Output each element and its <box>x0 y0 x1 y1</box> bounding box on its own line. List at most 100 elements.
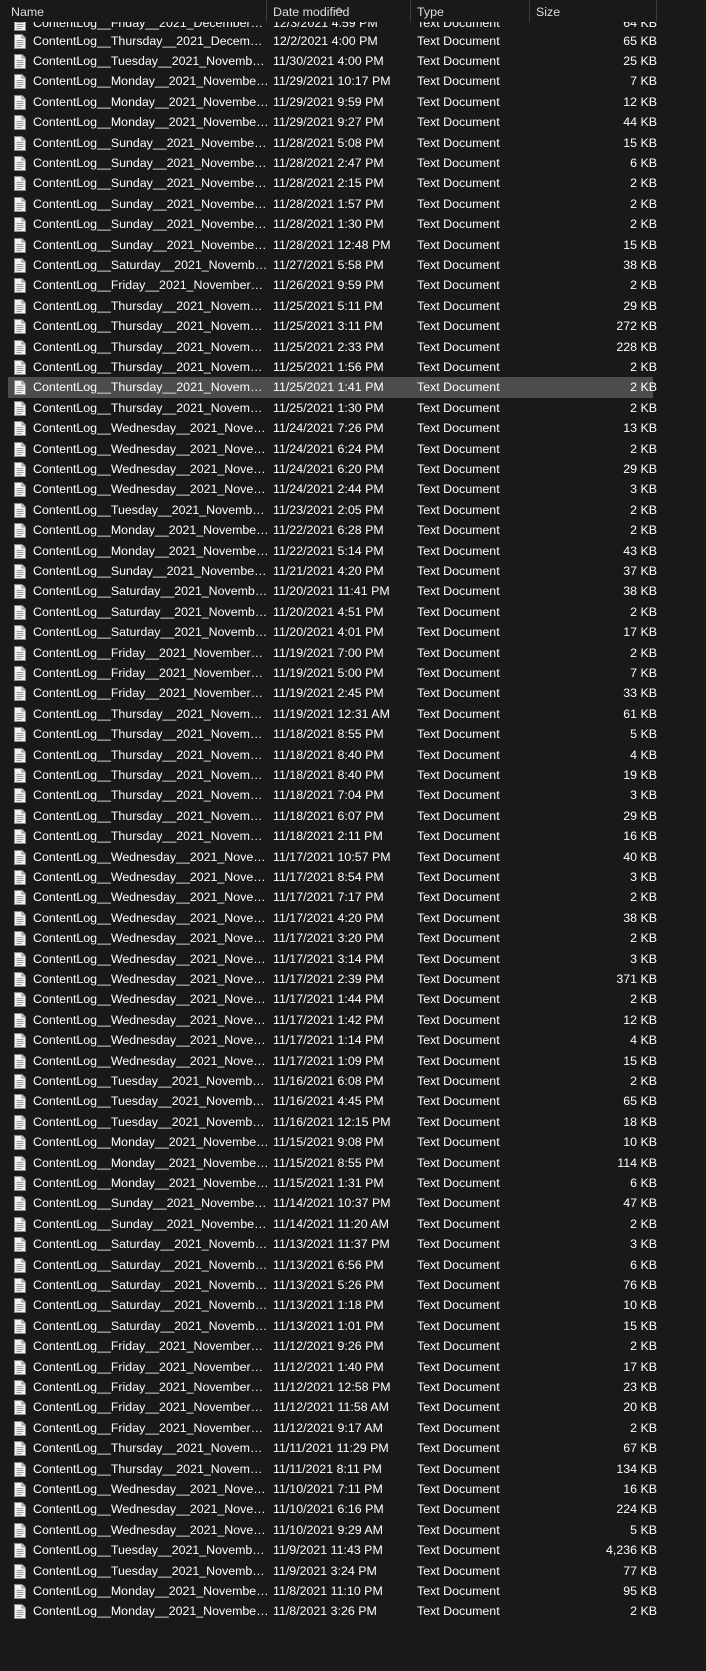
file-row[interactable]: ContentLog__Sunday__2021_November_... 11/… <box>8 133 657 154</box>
file-row[interactable]: ContentLog__Wednesday__2021_Novem... 11/1… <box>8 1499 657 1520</box>
file-row[interactable]: ContentLog__Friday__2021_November_12... 1… <box>8 1418 657 1439</box>
file-row[interactable]: ContentLog__Wednesday__2021_Novem... 11/1… <box>8 1520 657 1541</box>
file-row[interactable]: ContentLog__Monday__2021_November_... 11/… <box>8 1601 657 1622</box>
file-size: 224 KB <box>616 1502 657 1517</box>
file-row[interactable]: ContentLog__Saturday__2021_November... 11… <box>8 1316 657 1337</box>
file-row[interactable]: ContentLog__Sunday__2021_November_... 11/… <box>8 153 657 174</box>
file-row[interactable]: ContentLog__Tuesday__2021_November_... 11… <box>8 1540 657 1561</box>
file-row[interactable]: ContentLog__Saturday__2021_November... 11… <box>8 1275 657 1296</box>
file-row[interactable]: ContentLog__Thursday__2021_November... 11… <box>8 398 657 419</box>
file-row[interactable]: ContentLog__Wednesday__2021_Novem... 11/2… <box>8 479 657 500</box>
file-row[interactable]: ContentLog__Monday__2021_November_... 11/… <box>8 1173 657 1194</box>
file-row[interactable]: ContentLog__Tuesday__2021_November_... 11… <box>8 1091 657 1112</box>
file-date-modified: 11/18/2021 6:07 PM <box>273 808 384 823</box>
file-row[interactable]: ContentLog__Sunday__2021_November_... 11/… <box>8 235 657 256</box>
text-file-icon <box>14 217 26 233</box>
column-header-name[interactable]: Name <box>5 0 267 22</box>
file-row[interactable]: ContentLog__Sunday__2021_November_... 11/… <box>8 1214 657 1235</box>
file-row[interactable]: ContentLog__Thursday__2021_November... 11… <box>8 1459 657 1480</box>
file-row[interactable]: ContentLog__Friday__2021_November_19... 1… <box>8 643 657 664</box>
file-row[interactable]: ContentLog__Thursday__2021_November... 11… <box>8 724 657 745</box>
file-type: Text Document <box>417 625 500 640</box>
file-row[interactable]: ContentLog__Friday__2021_November_19... 1… <box>8 663 657 684</box>
file-size: 40 KB <box>623 849 657 864</box>
file-size: 2 KB <box>630 1420 657 1435</box>
file-row[interactable]: ContentLog__Friday__2021_November_12... 1… <box>8 1397 657 1418</box>
file-row[interactable]: ContentLog__Wednesday__2021_Novem... 11/1… <box>8 867 657 888</box>
column-header-type[interactable]: Type <box>411 0 530 22</box>
file-row[interactable]: ContentLog__Wednesday__2021_Novem... 11/1… <box>8 847 657 868</box>
text-file-icon <box>14 33 26 49</box>
text-file-icon <box>14 400 26 416</box>
file-size: 67 KB <box>623 1441 657 1456</box>
column-header-size[interactable]: Size <box>530 0 657 22</box>
file-row[interactable]: ContentLog__Saturday__2021_November... 11… <box>8 622 657 643</box>
file-row[interactable]: ContentLog__Thursday__2021_November... 11… <box>8 826 657 847</box>
file-row[interactable]: ContentLog__Wednesday__2021_Novem... 11/1… <box>8 1030 657 1051</box>
file-row[interactable]: ContentLog__Thursday__2021_November... 11… <box>8 377 657 399</box>
file-row[interactable]: ContentLog__Thursday__2021_November... 11… <box>8 806 657 827</box>
file-row[interactable]: ContentLog__Saturday__2021_November... 11… <box>8 1295 657 1316</box>
file-row[interactable]: ContentLog__Monday__2021_November_... 11/… <box>8 92 657 113</box>
file-date-modified: 11/11/2021 8:11 PM <box>273 1461 382 1476</box>
file-row[interactable]: ContentLog__Friday__2021_November_12... 1… <box>8 1336 657 1357</box>
file-row[interactable]: ContentLog__Wednesday__2021_Novem... 11/1… <box>8 1051 657 1072</box>
file-row[interactable]: ContentLog__Wednesday__2021_Novem... 11/1… <box>8 969 657 990</box>
file-row[interactable]: ContentLog__Wednesday__2021_Novem... 11/1… <box>8 887 657 908</box>
file-row[interactable]: ContentLog__Monday__2021_November_... 11/… <box>8 71 657 92</box>
file-row[interactable]: ContentLog__Wednesday__2021_Novem... 11/1… <box>8 1010 657 1031</box>
file-row[interactable]: ContentLog__Monday__2021_November_... 11/… <box>8 1581 657 1602</box>
file-row[interactable]: ContentLog__Monday__2021_November_... 11/… <box>8 1132 657 1153</box>
file-row[interactable]: ContentLog__Saturday__2021_November... 11… <box>8 1234 657 1255</box>
file-row[interactable]: ContentLog__Thursday__2021_November... 11… <box>8 745 657 766</box>
file-row[interactable]: ContentLog__Tuesday__2021_November_... 11… <box>8 51 657 72</box>
file-row[interactable]: ContentLog__Saturday__2021_November... 11… <box>8 1255 657 1276</box>
file-type: Text Document <box>417 196 500 211</box>
file-row[interactable]: ContentLog__Saturday__2021_November... 11… <box>8 602 657 623</box>
file-row[interactable]: ContentLog__Friday__2021_November_19... 1… <box>8 683 657 704</box>
file-row[interactable]: ContentLog__Thursday__2021_November... 11… <box>8 357 657 378</box>
text-file-icon <box>14 849 26 865</box>
file-row[interactable]: ContentLog__Sunday__2021_November_... 11/… <box>8 173 657 194</box>
file-row[interactable]: ContentLog__Tuesday__2021_November_... 11… <box>8 500 657 521</box>
file-row[interactable]: ContentLog__Monday__2021_November_... 11/… <box>8 112 657 133</box>
file-row[interactable]: ContentLog__Sunday__2021_November_... 11/… <box>8 214 657 235</box>
file-row[interactable]: ContentLog__Saturday__2021_November... 11… <box>8 581 657 602</box>
file-row[interactable]: ContentLog__Thursday__2021_November... 11… <box>8 704 657 725</box>
file-row[interactable]: ContentLog__Wednesday__2021_Novem... 11/1… <box>8 908 657 929</box>
file-row[interactable]: ContentLog__Thursday__2021_November... 11… <box>8 1438 657 1459</box>
file-row[interactable]: ContentLog__Tuesday__2021_November_... 11… <box>8 1112 657 1133</box>
file-row[interactable]: ContentLog__Wednesday__2021_Novem... 11/2… <box>8 439 657 460</box>
text-file-icon <box>14 278 26 294</box>
file-row[interactable]: ContentLog__Tuesday__2021_November_... 11… <box>8 1561 657 1582</box>
file-name: ContentLog__Thursday__2021_November... <box>33 1441 269 1456</box>
file-row[interactable]: ContentLog__Sunday__2021_November_... 11/… <box>8 561 657 582</box>
file-row[interactable]: ContentLog__Wednesday__2021_Novem... 11/2… <box>8 418 657 439</box>
file-row[interactable]: ContentLog__Tuesday__2021_November_... 11… <box>8 1071 657 1092</box>
file-row[interactable]: ContentLog__Friday__2021_November_12... 1… <box>8 1357 657 1378</box>
file-row[interactable]: ContentLog__Monday__2021_November_... 11/… <box>8 541 657 562</box>
file-row[interactable]: ContentLog__Wednesday__2021_Novem... 11/1… <box>8 928 657 949</box>
file-row[interactable]: ContentLog__Thursday__2021_November... 11… <box>8 316 657 337</box>
file-type: Text Document <box>417 482 500 497</box>
file-date-modified: 11/17/2021 3:20 PM <box>273 931 384 946</box>
file-row[interactable]: ContentLog__Thursday__2021_November... 11… <box>8 785 657 806</box>
file-row[interactable]: ContentLog__Thursday__2021_November... 11… <box>8 337 657 358</box>
file-row[interactable]: ContentLog__Monday__2021_November_... 11/… <box>8 520 657 541</box>
file-type: Text Document <box>417 890 500 905</box>
file-row[interactable]: ContentLog__Saturday__2021_November... 11… <box>8 255 657 276</box>
file-date-modified: 11/24/2021 2:44 PM <box>273 482 384 497</box>
file-row[interactable]: ContentLog__Monday__2021_November_... 11/… <box>8 1153 657 1174</box>
file-row[interactable]: ContentLog__Wednesday__2021_Novem... 11/1… <box>8 989 657 1010</box>
file-row[interactable]: ContentLog__Wednesday__2021_Novem... 11/1… <box>8 949 657 970</box>
file-row[interactable]: ContentLog__Friday__2021_November_26... 1… <box>8 275 657 296</box>
file-row[interactable]: ContentLog__Thursday__2021_November... 11… <box>8 765 657 786</box>
file-row[interactable]: ContentLog__Wednesday__2021_Novem... 11/2… <box>8 459 657 480</box>
file-row[interactable]: ContentLog__Thursday__2021_December... 12… <box>8 31 657 52</box>
file-row[interactable]: ContentLog__Sunday__2021_November_... 11/… <box>8 1193 657 1214</box>
text-file-icon <box>14 1257 26 1273</box>
file-row[interactable]: ContentLog__Sunday__2021_November_... 11/… <box>8 194 657 215</box>
file-row[interactable]: ContentLog__Friday__2021_November_12... 1… <box>8 1377 657 1398</box>
file-row[interactable]: ContentLog__Wednesday__2021_Novem... 11/1… <box>8 1479 657 1500</box>
file-row[interactable]: ContentLog__Thursday__2021_November... 11… <box>8 296 657 317</box>
